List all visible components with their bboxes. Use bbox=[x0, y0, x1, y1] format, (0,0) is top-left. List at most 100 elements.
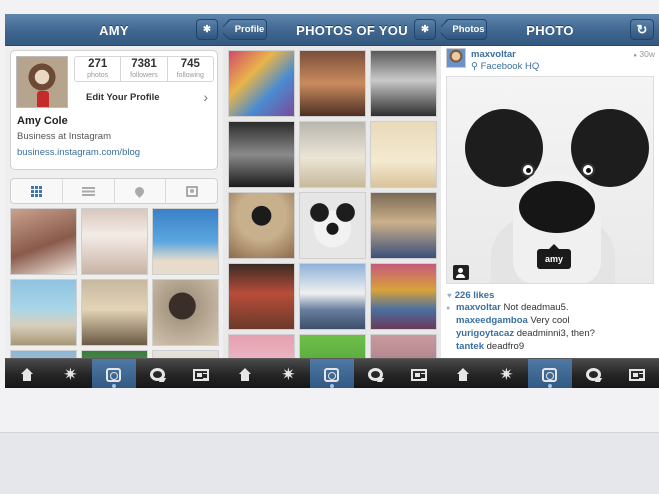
back-button[interactable]: Profile bbox=[227, 19, 267, 40]
comment-user[interactable]: tantek bbox=[456, 341, 484, 352]
tab-list-view[interactable] bbox=[63, 179, 115, 203]
gear-icon: ✱ bbox=[421, 24, 429, 35]
stat-followers[interactable]: 7381 followers bbox=[121, 57, 168, 81]
refresh-button[interactable]: ↻ bbox=[630, 19, 654, 40]
tab-photos-of-you[interactable] bbox=[166, 179, 217, 203]
chevron-right-icon: › bbox=[203, 89, 208, 105]
profile-website-link[interactable]: business.instagram.com/blog bbox=[17, 147, 140, 158]
explore-icon: ✷ bbox=[63, 365, 78, 384]
tab-news[interactable] bbox=[354, 359, 398, 388]
photo-thumbnail[interactable] bbox=[370, 121, 437, 188]
navigation-bar: Profile PHOTOS OF YOU ✱ bbox=[223, 14, 441, 46]
stat-number: 745 bbox=[180, 58, 200, 70]
location-pin-icon: ⚲ bbox=[471, 61, 478, 72]
photo-thumbnail[interactable] bbox=[228, 121, 295, 188]
app-screenshot: AMY ✱ 271 photos 7381 followers 745 foll… bbox=[0, 0, 659, 494]
photo-thumbnail[interactable] bbox=[228, 192, 295, 259]
profile-icon bbox=[193, 368, 210, 381]
news-icon bbox=[150, 368, 166, 381]
photo-thumbnail[interactable] bbox=[228, 50, 295, 117]
comment-icon: ● bbox=[446, 305, 451, 312]
photo-thumbnail[interactable] bbox=[81, 208, 148, 275]
gear-icon: ✱ bbox=[203, 24, 211, 35]
profile-bio: Business at Instagram bbox=[17, 131, 111, 142]
photo-thumbnail[interactable] bbox=[10, 279, 77, 346]
photos-of-you-screen: Profile PHOTOS OF YOU ✱ ✷ bbox=[223, 14, 441, 388]
tab-camera[interactable] bbox=[310, 359, 354, 388]
photo-thumbnail[interactable] bbox=[152, 279, 219, 346]
tab-home[interactable] bbox=[441, 359, 485, 388]
photo-thumbnail[interactable] bbox=[370, 263, 437, 330]
photo-thumbnail[interactable] bbox=[152, 208, 219, 275]
heart-icon: ♥ bbox=[447, 291, 452, 300]
navigation-bar: AMY ✱ bbox=[5, 14, 223, 46]
comment-row: yurigoytacaz deadminni3, then? bbox=[456, 328, 595, 339]
avatar[interactable] bbox=[16, 56, 68, 108]
comment-row: maxvoltar Not deadmau5. bbox=[456, 302, 569, 313]
camera-icon bbox=[106, 367, 122, 382]
tab-news[interactable] bbox=[136, 359, 180, 388]
photo-mask-eye bbox=[521, 163, 535, 177]
photo-thumbnail[interactable] bbox=[10, 208, 77, 275]
tab-explore[interactable]: ✷ bbox=[267, 359, 311, 388]
photo-thumbnail[interactable] bbox=[370, 192, 437, 259]
photo-thumbnail[interactable] bbox=[228, 263, 295, 330]
tab-explore[interactable]: ✷ bbox=[49, 359, 93, 388]
stat-following[interactable]: 745 following bbox=[168, 57, 213, 81]
comment-user[interactable]: yurigoytacaz bbox=[456, 328, 514, 339]
photo-thumbnail[interactable] bbox=[81, 279, 148, 346]
clock-icon: ● bbox=[633, 53, 638, 59]
page-title: AMY bbox=[99, 23, 129, 38]
edit-profile-label: Edit Your Profile bbox=[86, 91, 160, 103]
tab-bar: ✷ bbox=[5, 358, 223, 388]
comment-text: Not deadmau5. bbox=[503, 302, 569, 313]
likes-label: 226 likes bbox=[454, 290, 495, 301]
tab-camera[interactable] bbox=[528, 359, 572, 388]
photo-detail-screen: Photos PHOTO ↻ maxvoltar ⚲ Facebook HQ ●… bbox=[441, 14, 659, 388]
user-tag-label[interactable]: amy bbox=[537, 244, 572, 269]
tagged-people-icon[interactable] bbox=[453, 265, 469, 280]
tab-home[interactable] bbox=[5, 359, 49, 388]
comment-row: tantek deadfro9 bbox=[456, 341, 524, 352]
tab-explore[interactable]: ✷ bbox=[485, 359, 529, 388]
page-footer-band bbox=[0, 432, 659, 494]
tagged-photos-icon bbox=[185, 185, 198, 197]
profile-view-tabs bbox=[10, 178, 218, 204]
tab-profile[interactable] bbox=[179, 359, 223, 388]
photo-thumbnail[interactable] bbox=[299, 121, 366, 188]
tab-profile[interactable] bbox=[397, 359, 441, 388]
tab-map-view[interactable] bbox=[115, 179, 167, 203]
post-location[interactable]: ⚲ Facebook HQ bbox=[471, 61, 539, 72]
tab-news[interactable] bbox=[572, 359, 616, 388]
comment-user[interactable]: maxvoltar bbox=[456, 302, 501, 313]
comment-text: deadfro9 bbox=[486, 341, 525, 352]
tab-grid-view[interactable] bbox=[11, 179, 63, 203]
tab-profile[interactable] bbox=[615, 359, 659, 388]
home-icon bbox=[456, 368, 470, 381]
tab-home[interactable] bbox=[223, 359, 267, 388]
photo-thumbnail[interactable] bbox=[299, 263, 366, 330]
tab-camera[interactable] bbox=[92, 359, 136, 388]
avatar[interactable] bbox=[446, 48, 466, 68]
post-timestamp: ● 30w bbox=[633, 49, 655, 59]
stat-label: followers bbox=[130, 72, 158, 79]
comment-text: deadminni3, then? bbox=[516, 328, 595, 339]
settings-button[interactable]: ✱ bbox=[196, 19, 218, 40]
news-icon bbox=[368, 368, 384, 381]
photo-thumbnail[interactable] bbox=[299, 192, 366, 259]
explore-icon: ✷ bbox=[499, 365, 514, 384]
profile-icon bbox=[411, 368, 428, 381]
post-photo[interactable]: amy bbox=[446, 76, 654, 284]
explore-icon: ✷ bbox=[281, 365, 296, 384]
likes-count[interactable]: ♥ 226 likes bbox=[447, 290, 494, 301]
photo-thumbnail[interactable] bbox=[370, 50, 437, 117]
settings-button[interactable]: ✱ bbox=[414, 19, 436, 40]
photo-thumbnail[interactable] bbox=[299, 50, 366, 117]
edit-profile-button[interactable]: Edit Your Profile › bbox=[74, 86, 214, 108]
comment-user[interactable]: maxeedgamboa bbox=[456, 315, 528, 326]
profile-stats: 271 photos 7381 followers 745 following bbox=[74, 56, 214, 82]
stat-photos[interactable]: 271 photos bbox=[75, 57, 122, 81]
profile-screen: AMY ✱ 271 photos 7381 followers 745 foll… bbox=[5, 14, 223, 388]
profile-card: 271 photos 7381 followers 745 following … bbox=[10, 50, 218, 170]
post-username[interactable]: maxvoltar bbox=[471, 49, 516, 60]
